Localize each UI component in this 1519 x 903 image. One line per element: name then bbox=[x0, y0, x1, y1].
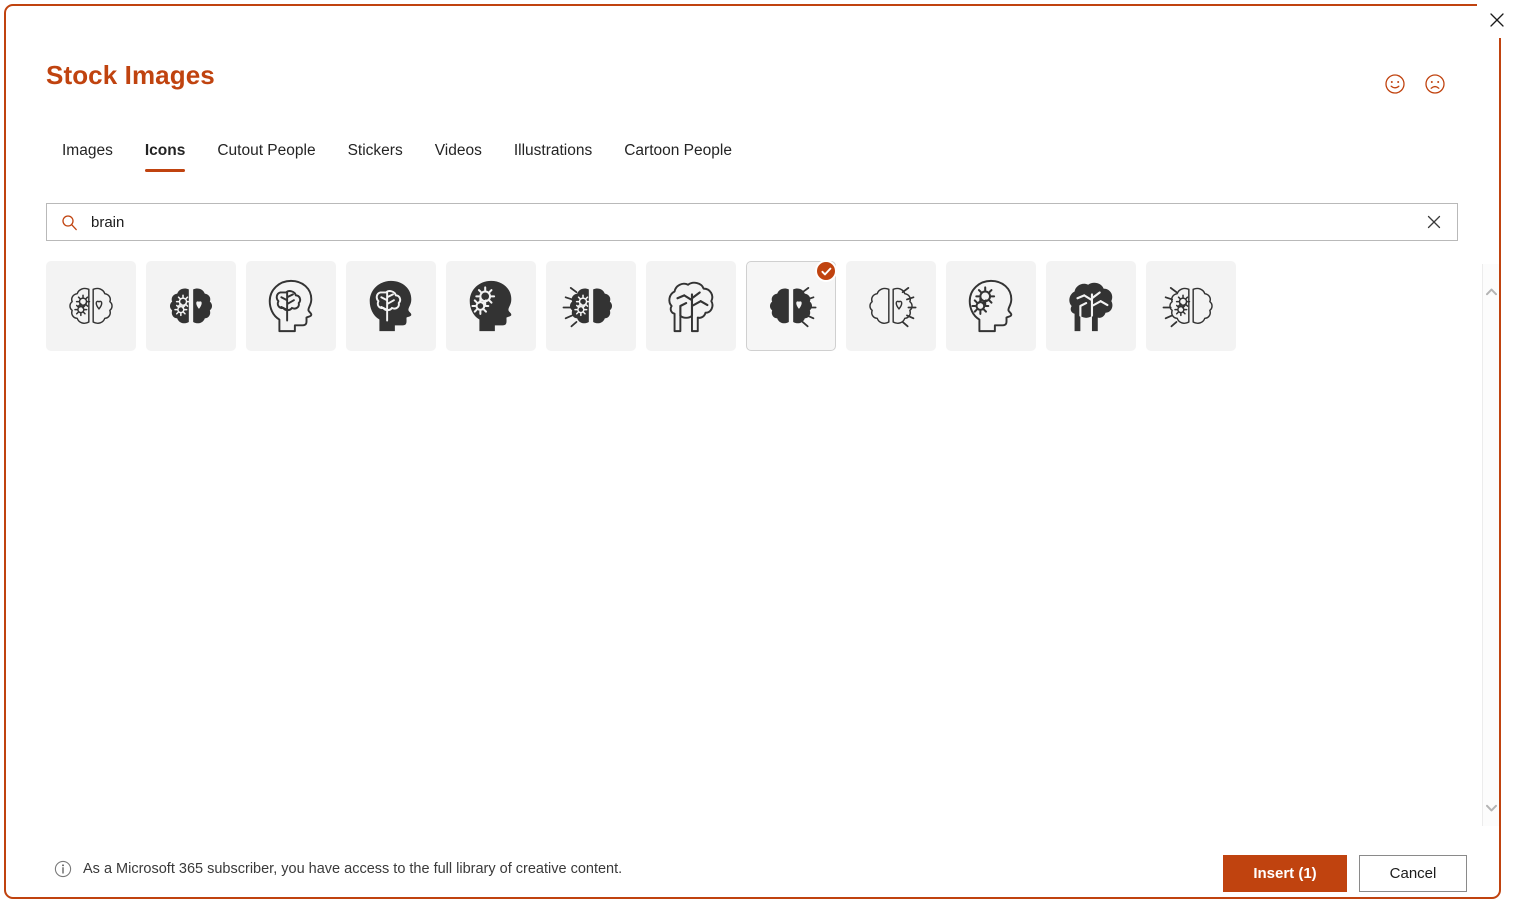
tab-label: Videos bbox=[434, 142, 482, 159]
result-tile-brain-gears-rays-outline[interactable] bbox=[1146, 261, 1236, 351]
results-scrollbar[interactable] bbox=[1482, 264, 1499, 826]
head-brain-filled-icon bbox=[362, 277, 420, 335]
result-tile-head-gears-outline[interactable] bbox=[946, 261, 1036, 351]
head-gears-outline-icon bbox=[962, 277, 1020, 335]
subscription-note: As a Microsoft 365 subscriber, you have … bbox=[54, 860, 622, 878]
clear-search-button[interactable] bbox=[1411, 204, 1457, 240]
result-tile-brain-heart-rays-filled[interactable] bbox=[746, 260, 837, 351]
tab-cartoon-people[interactable]: Cartoon People bbox=[608, 136, 748, 172]
feedback-happy-button[interactable] bbox=[1379, 68, 1411, 100]
result-tile-head-brain-outline[interactable] bbox=[246, 261, 336, 351]
search-bar bbox=[46, 203, 1458, 241]
page-title: Stock Images bbox=[46, 60, 215, 90]
tab-icons[interactable]: Icons bbox=[129, 136, 201, 172]
scroll-up-button[interactable] bbox=[1483, 282, 1499, 302]
search-icon bbox=[47, 214, 91, 231]
chevron-up-icon bbox=[1486, 288, 1497, 296]
result-tile-brain-heart-rays-outline[interactable] bbox=[846, 261, 936, 351]
head-gears-filled-icon bbox=[462, 277, 520, 335]
tab-images[interactable]: Images bbox=[46, 136, 129, 172]
tab-label: Images bbox=[62, 142, 113, 159]
feedback-sad-button[interactable] bbox=[1419, 68, 1451, 100]
close-icon bbox=[1490, 13, 1504, 27]
smiley-happy-icon bbox=[1385, 74, 1405, 94]
insert-button[interactable]: Insert (1) bbox=[1223, 855, 1347, 892]
tab-label: Cartoon People bbox=[624, 142, 732, 159]
results-grid bbox=[46, 260, 1466, 351]
scroll-down-button[interactable] bbox=[1483, 798, 1499, 818]
result-tile-brain-side-filled[interactable] bbox=[1046, 261, 1136, 351]
brain-split-outline-heart-rays-icon bbox=[862, 277, 920, 335]
result-tile-brain-gears-heart-outline[interactable] bbox=[46, 261, 136, 351]
tab-label: Stickers bbox=[347, 142, 403, 159]
brain-split-outline-gears-rays-icon bbox=[1162, 277, 1220, 335]
result-tile-head-brain-filled[interactable] bbox=[346, 261, 436, 351]
selected-check-icon bbox=[815, 260, 837, 282]
tab-label: Illustrations bbox=[513, 142, 593, 159]
subscription-note-text: As a Microsoft 365 subscriber, you have … bbox=[83, 861, 623, 877]
brain-split-filled-gears-heart-icon bbox=[162, 277, 220, 335]
clear-icon bbox=[1427, 215, 1441, 229]
tab-label: Cutout People bbox=[217, 142, 316, 159]
stock-images-dialog: Stock Images Images Icons Cutout People Sti… bbox=[4, 4, 1501, 899]
info-icon bbox=[54, 860, 72, 878]
brain-split-outline-gears-heart-icon bbox=[62, 277, 120, 335]
tab-stickers[interactable]: Stickers bbox=[332, 136, 419, 172]
smiley-sad-icon bbox=[1425, 74, 1445, 94]
close-button[interactable] bbox=[1477, 2, 1517, 38]
tab-illustrations[interactable]: Illustrations bbox=[498, 136, 608, 172]
result-tile-brain-gears-heart-filled[interactable] bbox=[146, 261, 236, 351]
brain-split-filled-gears-rays-icon bbox=[562, 277, 620, 335]
category-tabs: Images Icons Cutout People Stickers Videos Il… bbox=[46, 136, 748, 172]
search-input[interactable] bbox=[91, 204, 1411, 240]
result-tile-brain-side-outline[interactable] bbox=[646, 261, 736, 351]
tab-label: Icons bbox=[144, 142, 186, 159]
chevron-down-icon bbox=[1486, 804, 1497, 812]
tab-videos[interactable]: Videos bbox=[419, 136, 498, 172]
brain-side-filled-icon bbox=[1062, 277, 1120, 335]
tab-cutout-people[interactable]: Cutout People bbox=[201, 136, 331, 172]
brain-side-outline-icon bbox=[662, 277, 720, 335]
result-tile-brain-gears-rays-filled[interactable] bbox=[546, 261, 636, 351]
cancel-button[interactable]: Cancel bbox=[1359, 855, 1467, 892]
brain-split-filled-heart-rays-icon bbox=[762, 277, 820, 335]
result-tile-head-gears-filled[interactable] bbox=[446, 261, 536, 351]
head-brain-outline-icon bbox=[262, 277, 320, 335]
